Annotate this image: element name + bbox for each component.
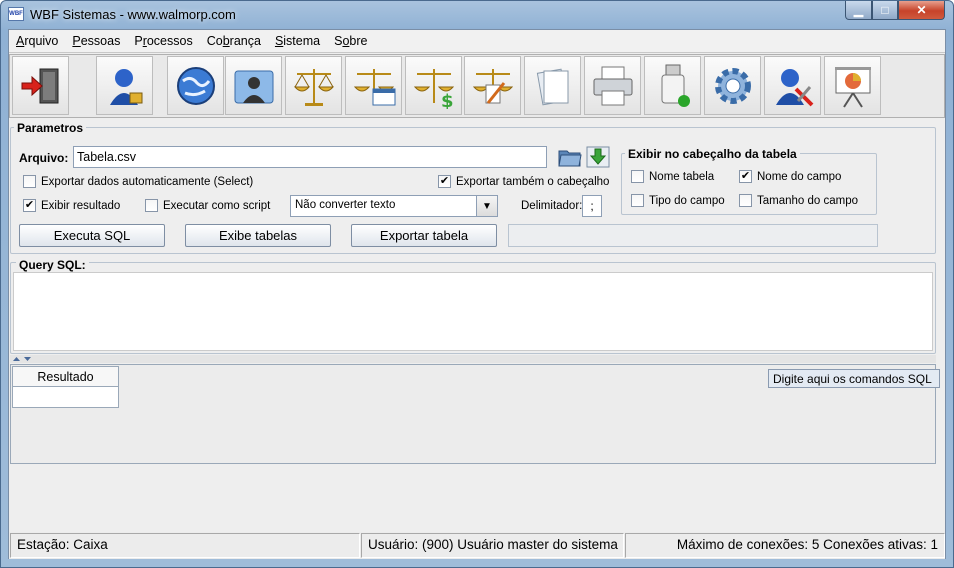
resultado-content <box>12 386 119 408</box>
arquivo-label: Arquivo: <box>19 151 69 165</box>
scales-window-icon <box>353 68 395 105</box>
checkbox-box: ✔ <box>739 170 752 183</box>
arquivo-input[interactable]: Tabela.csv <box>73 146 547 168</box>
toolbar-button-scales[interactable] <box>285 56 342 115</box>
menu-sobre[interactable]: Sobre <box>334 34 367 48</box>
menu-processos[interactable]: Processos <box>134 34 192 48</box>
menu-arquivo[interactable]: Arquivo <box>16 34 58 48</box>
usb-drive-icon <box>661 64 690 107</box>
toolbar-button-exit-door[interactable] <box>12 56 69 115</box>
exportar-cabecalho-label: Exportar também o cabeçalho <box>456 175 610 188</box>
checkbox-box <box>23 175 36 188</box>
menu-pessoas[interactable]: Pessoas <box>72 34 120 48</box>
checkbox-box <box>631 170 644 183</box>
delimitador-input[interactable]: ; <box>582 195 602 217</box>
nome-tabela-checkbox[interactable]: Nome tabela <box>631 170 714 183</box>
folder-open-icon <box>558 150 582 167</box>
delimitador-label: Delimitador: <box>521 200 583 212</box>
gear-icon <box>714 67 751 104</box>
executar-script-checkbox[interactable]: Executar como script <box>145 199 270 212</box>
menu-bar: Arquivo Pessoas Processos Cobrança Siste… <box>9 30 945 53</box>
menu-sistema[interactable]: Sistema <box>275 34 320 48</box>
executa-sql-button[interactable]: Executa SQL <box>19 224 165 247</box>
nome-campo-label: Nome do campo <box>757 170 842 183</box>
app-icon: WBF <box>8 7 24 21</box>
exportar-auto-checkbox[interactable]: Exportar dados automaticamente (Select) <box>23 175 253 188</box>
toolbar-button-presentation-chart[interactable] <box>824 56 881 115</box>
checkbox-box: ✔ <box>438 175 451 188</box>
minimize-icon: ▁ <box>853 3 864 17</box>
toolbar-button-user-tools[interactable] <box>764 56 821 115</box>
toolbar-button-photo-contact[interactable] <box>225 56 282 115</box>
globe-icon <box>176 66 215 105</box>
svg-text:$: $ <box>441 91 454 109</box>
minimize-button[interactable]: ▁ <box>845 1 872 20</box>
toolbar-button-gear[interactable] <box>704 56 761 115</box>
user-tools-icon <box>775 68 813 106</box>
exibir-resultado-checkbox[interactable]: ✔ Exibir resultado <box>23 199 120 212</box>
status-message-box <box>508 224 878 247</box>
tipo-campo-label: Tipo do campo <box>649 194 725 207</box>
exibe-tabelas-button[interactable]: Exibe tabelas <box>185 224 331 247</box>
documents-icon <box>536 68 568 105</box>
toolbar-button-globe[interactable] <box>167 56 224 115</box>
title-bar[interactable]: WBF WBF Sistemas - www.walmorp.com ▁ □ ✕ <box>0 0 954 28</box>
tooltip: Digite aqui os comandos SQL <box>768 369 940 388</box>
exportar-cabecalho-checkbox[interactable]: ✔ Exportar também o cabeçalho <box>438 175 609 188</box>
close-icon: ✕ <box>916 3 927 17</box>
cabecalho-title: Exibir no cabeçalho da tabela <box>625 147 800 161</box>
status-usuario: Usuário: (900) Usuário master do sistema <box>361 533 624 558</box>
tab-resultado[interactable]: Resultado <box>12 366 119 387</box>
tipo-campo-checkbox[interactable]: Tipo do campo <box>631 194 725 207</box>
scales-icon <box>293 68 334 106</box>
nome-campo-checkbox[interactable]: ✔ Nome do campo <box>739 170 841 183</box>
tamanho-campo-label: Tamanho do campo <box>757 194 859 207</box>
executar-script-label: Executar como script <box>163 199 271 212</box>
conversao-select[interactable]: Não converter texto ▼ <box>290 195 498 217</box>
checkbox-box <box>739 194 752 207</box>
parametros-title: Parametros <box>14 121 87 135</box>
save-file-button[interactable] <box>586 146 610 168</box>
tamanho-campo-checkbox[interactable]: Tamanho do campo <box>739 194 858 207</box>
query-sql-textarea[interactable] <box>13 272 933 351</box>
toolbar-button-documents[interactable] <box>524 56 581 115</box>
query-sql-title: Query SQL: <box>16 258 89 272</box>
split-pane-divider[interactable] <box>10 355 936 363</box>
exit-door-icon <box>21 68 58 103</box>
printer-icon <box>593 66 632 105</box>
maximize-button[interactable]: □ <box>872 1 898 20</box>
dropdown-arrow-icon[interactable]: ▼ <box>476 196 497 216</box>
open-file-button[interactable] <box>558 146 582 168</box>
split-arrows-icon[interactable] <box>12 355 34 362</box>
toolbar-button-scales-edit[interactable] <box>464 56 521 115</box>
download-arrow-icon <box>586 146 610 168</box>
window-title: WBF Sistemas - www.walmorp.com <box>30 7 236 22</box>
toolbar-button-scales-window[interactable] <box>345 56 402 115</box>
maximize-icon: □ <box>881 3 889 17</box>
exportar-tabela-button[interactable]: Exportar tabela <box>351 224 497 247</box>
close-button[interactable]: ✕ <box>898 1 945 20</box>
user-lock-icon <box>109 68 142 105</box>
toolbar-button-scales-money[interactable]: $ <box>405 56 462 115</box>
checkbox-box <box>145 199 158 212</box>
conversao-value: Não converter texto <box>295 199 396 211</box>
checkbox-box: ✔ <box>23 199 36 212</box>
toolbar-button-user-lock[interactable] <box>96 56 153 115</box>
nome-tabela-label: Nome tabela <box>649 170 715 183</box>
scales-money-icon: $ <box>413 68 454 109</box>
status-estacao: Estação: Caixa <box>10 533 360 558</box>
scales-edit-icon <box>472 68 513 104</box>
toolbar-button-usb-drive[interactable] <box>644 56 701 115</box>
exibir-resultado-label: Exibir resultado <box>41 199 121 212</box>
exportar-auto-label: Exportar dados automaticamente (Select) <box>41 175 254 188</box>
toolbar-button-printer[interactable] <box>584 56 641 115</box>
presentation-chart-icon <box>834 66 871 108</box>
menu-cobranca[interactable]: Cobrança <box>207 34 261 48</box>
checkbox-box <box>631 194 644 207</box>
status-conexoes: Máximo de conexões: 5 Conexões ativas: 1 <box>625 533 945 558</box>
photo-contact-icon <box>234 70 273 103</box>
